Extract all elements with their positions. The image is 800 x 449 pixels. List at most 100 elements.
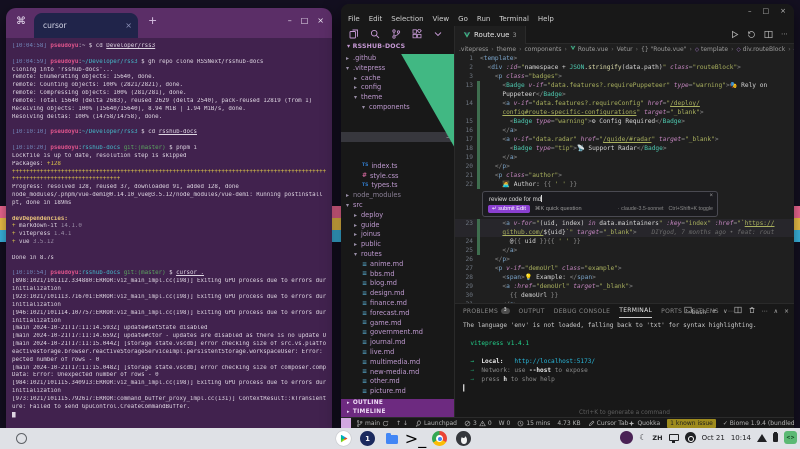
tree-item-types-ts[interactable]: TStypes.ts xyxy=(341,181,454,191)
launcher-button[interactable] xyxy=(16,433,27,444)
status-item--[interactable]: ↑ ↓ xyxy=(396,420,408,427)
panel-tab-output[interactable]: OUTPUT xyxy=(519,304,545,318)
tree-item-public[interactable]: ▸public xyxy=(341,240,454,250)
tree-item-picture-md[interactable]: ≡picture.md xyxy=(341,387,454,397)
tree-item-forecast-md[interactable]: ≡forecast.md xyxy=(341,309,454,319)
tree-item-new-media-md[interactable]: ≡new-media.md xyxy=(341,368,454,378)
remote-indicator[interactable] xyxy=(341,418,351,428)
app-icon-penguin[interactable] xyxy=(456,431,471,446)
close-button[interactable]: × xyxy=(317,16,324,25)
panel-action[interactable]: ⋯ xyxy=(762,307,768,315)
new-tab-button[interactable]: + xyxy=(148,14,157,27)
timeline-section[interactable]: ▸TIMELINE xyxy=(341,408,454,417)
menu-go[interactable]: Go xyxy=(458,15,468,23)
tree-item-other-md[interactable]: ≡other.md xyxy=(341,377,454,387)
menu-edit[interactable]: Edit xyxy=(369,15,383,23)
search-icon[interactable] xyxy=(370,29,380,39)
breadcrumb-item[interactable]: .vitepress xyxy=(459,46,488,53)
code-editor[interactable]: 1<template>2 <div :id="namespace + JSON.… xyxy=(455,54,794,303)
explorer-header[interactable]: ▾ RSSHUB-DOCS xyxy=(347,43,405,50)
tree-item-node_modules[interactable]: ▸node_modules xyxy=(341,191,454,201)
panel-tab-terminal[interactable]: TERMINAL xyxy=(619,304,652,318)
tree-item-bbs-md[interactable]: ≡bbs.md xyxy=(341,270,454,280)
do-not-disturb-icon[interactable]: ☾ xyxy=(639,433,646,442)
menu-selection[interactable]: Selection xyxy=(391,15,423,23)
status-item-w-0[interactable]: W 0 xyxy=(499,420,511,427)
notification-app-icon[interactable] xyxy=(620,431,633,444)
menu-view[interactable]: View xyxy=(433,15,450,23)
explorer-icon[interactable] xyxy=(349,29,359,39)
breadcrumb-item[interactable]: theme xyxy=(497,46,516,53)
menu-terminal[interactable]: Terminal xyxy=(499,15,529,23)
tree-item-anime-md[interactable]: ≡anime.md xyxy=(341,260,454,270)
minimize-button[interactable]: – xyxy=(748,7,752,15)
panel-action[interactable]: ∧ xyxy=(774,307,778,315)
shelf-date[interactable]: Oct 21 xyxy=(702,434,725,442)
tree-item-joinus[interactable]: ▸joinus xyxy=(341,230,454,240)
source-control-icon[interactable] xyxy=(391,29,401,39)
minimize-button[interactable]: – xyxy=(288,16,292,25)
tree-item-game-md[interactable]: ≡game.md xyxy=(341,319,454,329)
outline-section[interactable]: ▸OUTLINE xyxy=(341,399,454,408)
integrated-terminal[interactable]: The language 'env' is not loaded, fallin… xyxy=(463,321,790,406)
status-item--biome-1-9-4-bundled-[interactable]: ✓ Biome 1.9.4 (bundled) xyxy=(723,420,794,427)
breadcrumb-item[interactable]: ◇ div.routeBlock xyxy=(736,46,785,53)
status-item-main[interactable]: main xyxy=(356,420,389,427)
app-icon-play[interactable] xyxy=(336,431,351,446)
signal-icon[interactable] xyxy=(757,434,767,442)
tree-item-routes[interactable]: ▾routes xyxy=(341,250,454,260)
menu-run[interactable]: Run xyxy=(477,15,490,23)
status-item-1-known-issue[interactable]: 1 known issue xyxy=(667,419,716,428)
inline-edit-input[interactable]: review code for md xyxy=(489,195,542,203)
tree-item-blog-md[interactable]: ≡blog.md xyxy=(341,279,454,289)
tree-item-finance-md[interactable]: ≡finance.md xyxy=(341,299,454,309)
timeline-icon[interactable] xyxy=(747,30,756,39)
tree-item-style-css[interactable]: #style.css xyxy=(341,172,454,182)
tree-item-index-ts[interactable]: TSindex.ts xyxy=(341,162,454,172)
breadcrumb-item[interactable]: {} "Route.vue" xyxy=(641,46,686,53)
tree-item-guide[interactable]: ▸guide xyxy=(341,221,454,231)
app-icon-files[interactable] xyxy=(384,431,399,446)
menu-file[interactable]: File xyxy=(348,15,360,23)
status-item-cursor-tab[interactable]: Cursor Tab xyxy=(588,420,629,427)
split-editor-icon[interactable] xyxy=(764,30,773,39)
breadcrumb-item[interactable]: ◇ template xyxy=(695,46,728,53)
tree-item-live-md[interactable]: ≡live.md xyxy=(341,348,454,358)
panel-action[interactable] xyxy=(748,306,756,316)
tree-item-journal-md[interactable]: ≡journal.md xyxy=(341,338,454,348)
close-button[interactable]: × xyxy=(780,7,786,15)
battery-icon[interactable] xyxy=(773,433,778,442)
tree-item-design-md[interactable]: ≡design.md xyxy=(341,289,454,299)
display-icon[interactable] xyxy=(669,434,679,441)
maximize-button[interactable]: □ xyxy=(301,16,309,25)
extensions-icon[interactable] xyxy=(412,29,422,39)
app-icon-terminal[interactable]: >_ xyxy=(408,431,423,446)
tree-item-deploy[interactable]: ▸deploy xyxy=(341,211,454,221)
submit-edit-button[interactable]: ↵ submit Edit xyxy=(488,205,530,213)
panel-tab-debug-console[interactable]: DEBUG CONSOLE xyxy=(554,304,610,318)
tab-close-icon[interactable]: × xyxy=(125,13,132,38)
panel-tab-problems[interactable]: PROBLEMS3 xyxy=(463,304,510,318)
shelf-clock[interactable]: 10:14 xyxy=(731,434,751,442)
more-actions-icon[interactable]: ⋯ xyxy=(781,30,788,39)
menu-help[interactable]: Help xyxy=(538,15,554,23)
ime-indicator[interactable]: ZH xyxy=(652,434,662,442)
panel-action[interactable]: + xyxy=(712,307,717,315)
maximize-button[interactable]: □ xyxy=(763,7,770,15)
tree-item-government-md[interactable]: ≡government.md xyxy=(341,328,454,338)
app-icon-1password[interactable]: 1 xyxy=(360,431,375,446)
status-item-quokka[interactable]: Quokka xyxy=(628,420,660,427)
record-indicator-icon[interactable] xyxy=(685,432,696,443)
terminal-tab[interactable]: cursor × xyxy=(34,13,138,38)
quick-question-button[interactable]: ⌘K quick question xyxy=(535,206,582,212)
status-item-15-mins[interactable]: 15 mins xyxy=(517,420,550,427)
status-item-4-73-kb[interactable]: 4.73 KB xyxy=(557,420,580,427)
chevron-down-icon[interactable] xyxy=(433,29,443,39)
tree-item-multimedia-md[interactable]: ≡multimedia.md xyxy=(341,358,454,368)
breadcrumb-item[interactable]: Route.vue xyxy=(570,45,608,53)
model-label[interactable]: · claude-3.5-sonnet xyxy=(618,206,664,212)
dev-mode-icon[interactable]: <> xyxy=(784,431,797,444)
breadcrumb-item[interactable]: components xyxy=(524,46,561,53)
status-item-3[interactable]: 30 xyxy=(464,420,492,427)
run-icon[interactable] xyxy=(730,30,739,39)
